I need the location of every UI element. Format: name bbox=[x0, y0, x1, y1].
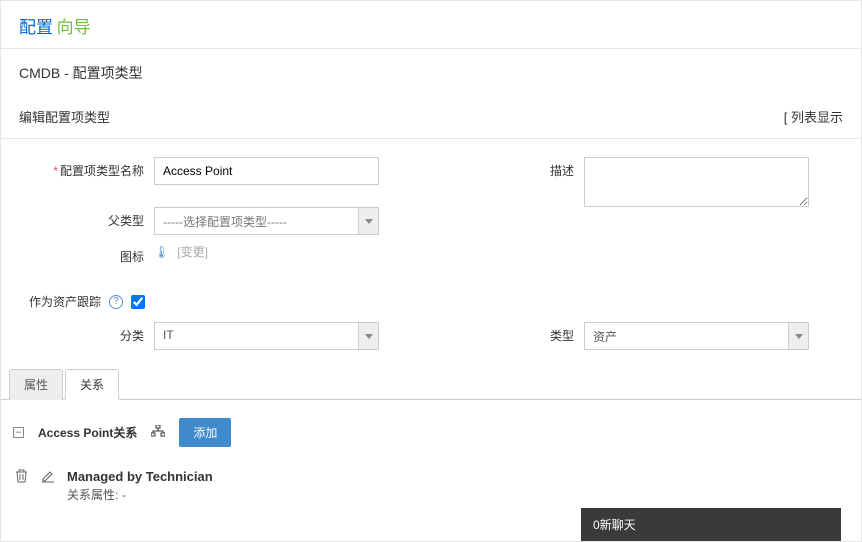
thermometer-icon: 🌡 bbox=[154, 245, 169, 259]
form-area: *配置项类型名称 描述 父类型 -----选择配置项类型----- 图标 🌡 [… bbox=[1, 138, 861, 358]
sitemap-icon[interactable] bbox=[151, 425, 165, 440]
breadcrumb: CMDB - 配置项类型 bbox=[1, 49, 861, 97]
add-button[interactable]: 添加 bbox=[179, 418, 231, 447]
relation-attr: 关系属性: - bbox=[67, 486, 213, 503]
chat-bar[interactable]: 0新聊天 bbox=[581, 508, 841, 541]
name-input[interactable] bbox=[154, 157, 379, 185]
asset-track-label: 作为资产跟踪 bbox=[19, 293, 109, 310]
edit-icon[interactable] bbox=[41, 469, 57, 486]
parent-select[interactable]: -----选择配置项类型----- bbox=[154, 207, 379, 235]
chevron-down-icon bbox=[358, 208, 378, 234]
relation-name: Managed by Technician bbox=[67, 469, 213, 484]
tabs: 属性 关系 bbox=[1, 368, 861, 400]
relation-row: Managed by Technician 关系属性: - bbox=[13, 469, 849, 503]
type-select[interactable]: 资产 bbox=[584, 322, 809, 350]
name-label: *配置项类型名称 bbox=[19, 157, 154, 179]
page-header: 配置 向导 bbox=[1, 1, 861, 48]
relations-title: Access Point关系 bbox=[38, 424, 137, 441]
page-title: 编辑配置项类型 bbox=[19, 107, 110, 126]
category-select[interactable]: IT bbox=[154, 322, 379, 350]
tab-relations[interactable]: 关系 bbox=[65, 369, 119, 400]
asset-track-checkbox[interactable] bbox=[131, 295, 145, 309]
header-part2: 向导 bbox=[57, 18, 91, 37]
collapse-icon[interactable]: − bbox=[13, 427, 24, 438]
change-icon-link[interactable]: [变更] bbox=[177, 243, 208, 260]
list-view-link[interactable]: [ 列表显示 bbox=[784, 107, 843, 126]
parent-label: 父类型 bbox=[19, 207, 154, 229]
category-label: 分类 bbox=[19, 322, 154, 344]
chevron-down-icon bbox=[788, 323, 808, 349]
relations-panel: − Access Point关系 添加 Managed by Technicia… bbox=[1, 400, 861, 521]
trash-icon[interactable] bbox=[15, 469, 31, 486]
type-label: 类型 bbox=[534, 322, 584, 344]
tab-attributes[interactable]: 属性 bbox=[9, 369, 63, 400]
desc-label: 描述 bbox=[534, 157, 584, 179]
desc-textarea[interactable] bbox=[584, 157, 809, 207]
chevron-down-icon bbox=[358, 323, 378, 349]
header-part1: 配置 bbox=[19, 18, 53, 37]
icon-label: 图标 bbox=[19, 243, 154, 265]
help-icon[interactable]: ? bbox=[109, 295, 123, 309]
